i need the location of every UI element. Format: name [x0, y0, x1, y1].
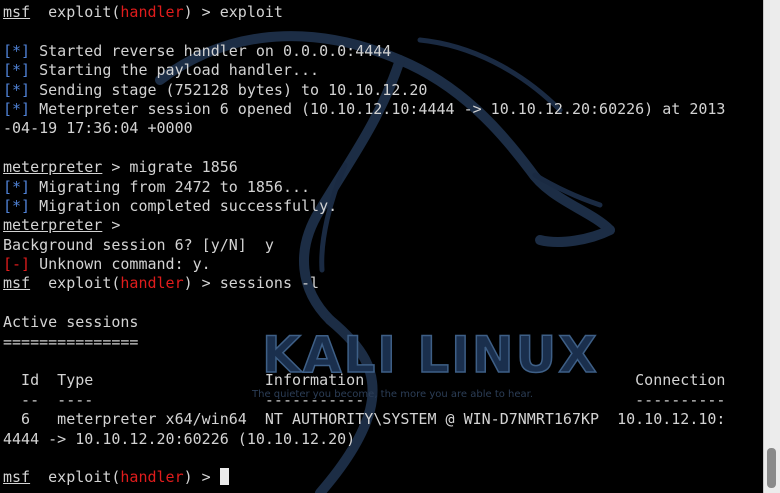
terminal-line: msf exploit(handler) > exploit	[3, 3, 725, 22]
terminal-cursor	[219, 468, 229, 486]
line-text: ) > exploit	[183, 3, 283, 21]
line-text: -- ---- ----------- ----------	[3, 390, 726, 409]
line-text: ) >	[183, 468, 220, 487]
terminal-line: [*] Meterpreter session 6 opened (10.10.…	[3, 100, 725, 119]
line-text: Started reverse handler on 0.0.0.0:4444	[30, 41, 392, 60]
prompt-name: meterpreter	[3, 216, 103, 235]
terminal-line: meterpreter >	[3, 216, 725, 235]
status-marker: [*]	[3, 80, 31, 99]
line-text: 4444 -> 10.10.12.20:60226 (10.10.12.20)	[3, 429, 356, 448]
status-marker: [*]	[3, 61, 31, 80]
prompt-name: meterpreter	[3, 158, 103, 177]
terminal-line: Background session 6? [y/N] y	[3, 236, 725, 255]
terminal-line: [*] Migrating from 2472 to 1856...	[3, 178, 725, 197]
status-marker: [*]	[3, 177, 31, 196]
status-marker: [*]	[3, 196, 31, 215]
terminal-line: Active sessions	[3, 313, 725, 332]
terminal-line: [*] Started reverse handler on 0.0.0.0:4…	[3, 42, 725, 61]
prompt-name: msf	[3, 468, 31, 487]
prompt-name: msf	[3, 3, 31, 21]
terminal-line: meterpreter > migrate 1856	[3, 158, 725, 177]
line-text: Id Type Information Connection	[3, 371, 726, 390]
line-text: Sending stage (752128 bytes) to 10.10.12…	[30, 80, 428, 99]
line-text: Starting the payload handler...	[30, 61, 320, 80]
status-marker: [*]	[3, 41, 31, 60]
line-text: exploit(	[30, 3, 121, 21]
line-text: Migrating from 2472 to 1856...	[30, 177, 311, 196]
terminal-line: -04-19 17:36:04 +0000	[3, 119, 725, 138]
terminal-line: msf exploit(handler) >	[3, 468, 725, 487]
line-text: exploit(	[30, 468, 121, 487]
line-text: -04-19 17:36:04 +0000	[3, 119, 193, 138]
terminal-line: [*] Migration completed successfully.	[3, 197, 725, 216]
terminal-line: Id Type Information Connection	[3, 371, 725, 390]
scrollbar-thumb[interactable]	[767, 448, 776, 488]
terminal-line: 4444 -> 10.10.12.20:60226 (10.10.12.20)	[3, 430, 725, 449]
terminal-line: 6 meterpreter x64/win64 NT AUTHORITY\SYS…	[3, 410, 725, 429]
line-text: Unknown command: y.	[30, 255, 211, 274]
line-text: ) > sessions -l	[183, 274, 320, 293]
highlight-text: handler	[120, 274, 184, 293]
line-text: > migrate 1856	[102, 158, 238, 177]
prompt-name: msf	[3, 274, 31, 293]
line-text: Background session 6? [y/N] y	[3, 235, 274, 254]
terminal-line: [-] Unknown command: y.	[3, 255, 725, 274]
line-text: exploit(	[30, 274, 121, 293]
terminal-window: KALI LINUX The quieter you become, the m…	[0, 0, 780, 493]
terminal-line: ===============	[3, 333, 725, 352]
line-text: Active sessions	[3, 313, 139, 332]
terminal-viewport[interactable]: KALI LINUX The quieter you become, the m…	[0, 0, 763, 493]
scrollbar[interactable]	[763, 0, 780, 493]
terminal-line: [*] Starting the payload handler...	[3, 61, 725, 80]
line-text: 6 meterpreter x64/win64 NT AUTHORITY\SYS…	[3, 410, 726, 429]
highlight-text: handler	[120, 3, 184, 21]
line-text: Migration completed successfully.	[30, 196, 338, 215]
line-text: Meterpreter session 6 opened (10.10.12.1…	[30, 99, 726, 118]
highlight-text: handler	[120, 468, 184, 487]
terminal-line: [*] Sending stage (752128 bytes) to 10.1…	[3, 81, 725, 100]
line-text: ===============	[3, 332, 139, 351]
terminal-line: -- ---- ----------- ----------	[3, 391, 725, 410]
terminal-output: msf exploit(handler) > exploit [*] Starte…	[3, 3, 725, 488]
terminal-line: msf exploit(handler) > sessions -l	[3, 274, 725, 293]
line-text: >	[102, 216, 121, 235]
highlight-text: [-]	[3, 255, 31, 274]
status-marker: [*]	[3, 99, 31, 118]
